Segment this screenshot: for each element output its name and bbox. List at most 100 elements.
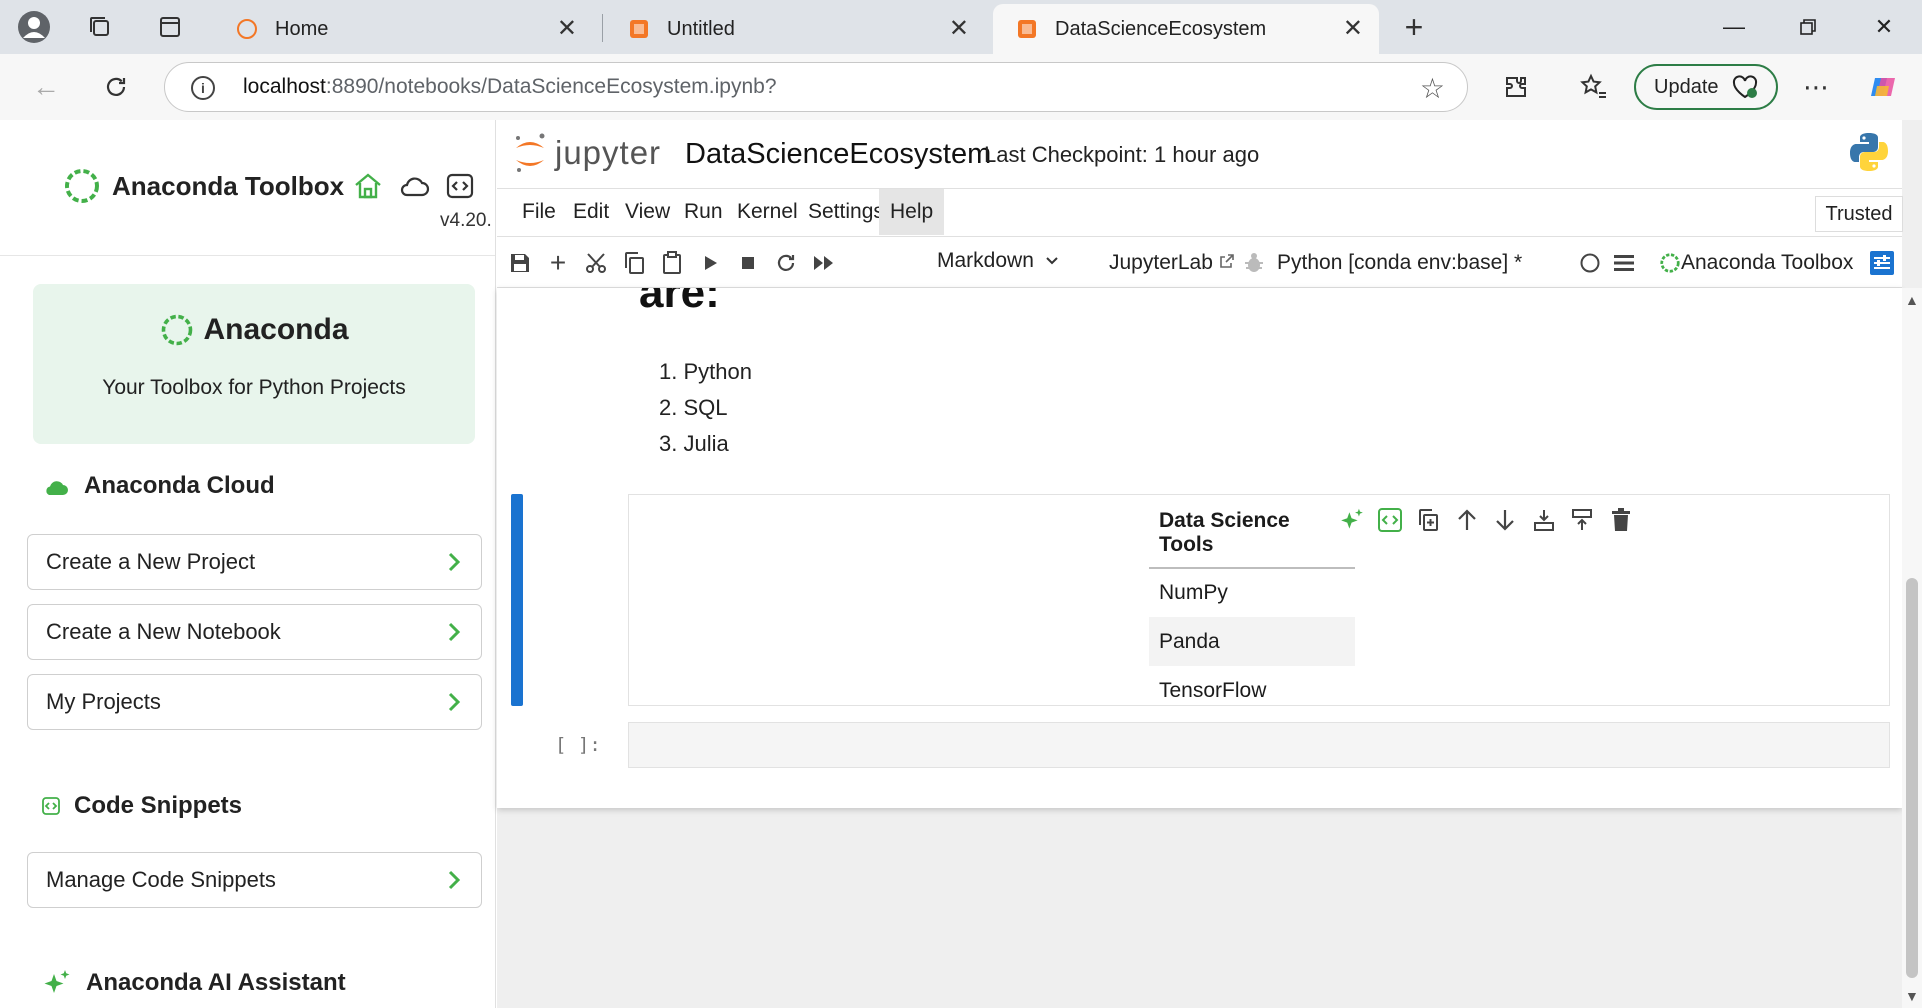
markdown-cell[interactable]: Data Science Tools NumPy Panda TensorFlo… [628, 494, 1890, 706]
browser-toolbar: ← i localhost:8890/notebooks/DataScience… [0, 54, 1922, 120]
tab-active-title: DataScienceEcosystem [1055, 17, 1267, 40]
copy-icon[interactable] [621, 250, 647, 276]
anaconda-toolbox-button[interactable]: Anaconda Toolbox [1659, 251, 1853, 275]
my-projects-button[interactable]: My Projects [27, 674, 482, 730]
code-snippet-icon[interactable] [444, 170, 476, 202]
scrollbar-thumb[interactable] [1906, 578, 1918, 978]
code-cell-input[interactable] [628, 722, 1890, 768]
list-menu-icon[interactable] [1611, 250, 1637, 276]
tab-actions-icon[interactable] [150, 9, 190, 45]
jupyter-logo[interactable]: jupyter [513, 132, 661, 174]
insert-above-icon[interactable] [1567, 505, 1597, 535]
add-cell-icon[interactable]: + [545, 247, 571, 278]
close-icon[interactable]: ✕ [557, 17, 577, 41]
move-up-icon[interactable] [1452, 505, 1482, 535]
tab-home[interactable]: Home ✕ [213, 4, 593, 54]
more-menu-icon[interactable]: ⋯ [1796, 67, 1836, 107]
update-button[interactable]: Update [1634, 64, 1778, 110]
manage-code-snippets-button[interactable]: Manage Code Snippets [27, 852, 482, 908]
refresh-icon[interactable] [96, 67, 136, 107]
create-new-project-button[interactable]: Create a New Project [27, 534, 482, 590]
back-icon[interactable]: ← [26, 67, 66, 107]
workspaces-icon[interactable] [80, 9, 120, 45]
menu-run[interactable]: Run [673, 189, 734, 235]
anaconda-hero-card: Anaconda Your Toolbox for Python Project… [33, 284, 475, 444]
fast-forward-icon[interactable] [811, 250, 837, 276]
cell-type-dropdown[interactable]: Markdown [937, 249, 1060, 273]
restore-icon[interactable] [1778, 8, 1838, 46]
create-new-notebook-button[interactable]: Create a New Notebook [27, 604, 482, 660]
table-cell: TensorFlow [1159, 678, 1267, 702]
cut-icon[interactable] [583, 250, 609, 276]
jupyterlab-link-text: JupyterLab [1109, 251, 1213, 274]
tab-untitled[interactable]: Untitled ✕ [605, 4, 985, 54]
sparkle-icon [44, 970, 70, 993]
menu-file[interactable]: File [511, 189, 567, 235]
duplicate-cell-icon[interactable] [1413, 505, 1443, 535]
anaconda-logo-icon [65, 169, 99, 203]
anaconda-sidebar: Anaconda Toolbox v4.20. Anaconda Your To… [0, 120, 496, 1008]
tab-datascienceecosystem[interactable]: DataScienceEcosystem ✕ [993, 4, 1379, 54]
favorite-star-icon[interactable]: ☆ [1420, 72, 1445, 105]
close-window-icon[interactable]: ✕ [1854, 8, 1914, 46]
code-snippet-icon[interactable] [1375, 505, 1405, 535]
cloud-filled-icon [46, 481, 68, 495]
copilot-icon[interactable] [1864, 67, 1904, 107]
new-tab-icon[interactable]: + [1394, 9, 1434, 45]
favorites-icon[interactable] [1574, 67, 1614, 107]
info-icon[interactable]: i [191, 76, 215, 100]
extensions-icon[interactable] [1496, 67, 1536, 107]
notebook-scrollbar[interactable]: ▲ ▼ [1902, 288, 1922, 1008]
notebook-title[interactable]: DataScienceEcosystem [685, 138, 991, 171]
hero-subtitle: Your Toolbox for Python Projects [102, 376, 406, 399]
delete-cell-icon[interactable] [1606, 505, 1636, 535]
home-icon[interactable] [352, 170, 384, 202]
trusted-indicator[interactable]: Trusted [1815, 196, 1903, 232]
markdown-heading: are: [639, 288, 720, 317]
ai-sparkle-icon[interactable] [1337, 505, 1367, 535]
move-down-icon[interactable] [1490, 505, 1520, 535]
restart-icon[interactable] [773, 250, 799, 276]
profile-icon[interactable] [14, 9, 54, 45]
notebook-tab-icon [1015, 17, 1039, 41]
create-new-project-label: Create a New Project [46, 549, 256, 574]
anaconda-ai-assistant-section: Anaconda AI Assistant [42, 968, 346, 998]
address-bar[interactable]: i localhost:8890/notebooks/DataScienceEc… [164, 62, 1468, 112]
scroll-down-icon[interactable]: ▼ [1905, 988, 1919, 1004]
run-icon[interactable] [697, 250, 723, 276]
scroll-up-icon[interactable]: ▲ [1905, 292, 1919, 308]
paste-icon[interactable] [659, 250, 685, 276]
code-snippets-title: Code Snippets [74, 792, 243, 819]
url-path: :8890/notebooks/DataScienceEcosystem.ipy… [325, 75, 777, 98]
menu-edit[interactable]: Edit [562, 189, 620, 235]
external-link-icon [1219, 254, 1234, 268]
notebook-toolbar: + Markdown JupyterLab Python [conda env:… [497, 236, 1902, 288]
menu-view[interactable]: View [614, 189, 681, 235]
jupyter-logo-icon [516, 133, 545, 172]
jupyterlab-link[interactable]: JupyterLab [1109, 251, 1235, 275]
chevron-down-icon [1046, 257, 1058, 265]
close-icon[interactable]: ✕ [1343, 17, 1363, 41]
stop-icon[interactable] [735, 250, 761, 276]
save-icon[interactable] [507, 250, 533, 276]
chevron-right-icon [448, 552, 461, 572]
property-inspector-icon[interactable] [1869, 250, 1895, 276]
update-label: Update [1654, 75, 1719, 98]
cell-type-value: Markdown [937, 249, 1034, 272]
cloud-icon[interactable] [398, 170, 430, 202]
heart-health-icon [1732, 75, 1757, 99]
minimize-icon[interactable]: — [1704, 8, 1764, 46]
chevron-right-icon [448, 622, 461, 642]
menu-help[interactable]: Help [879, 189, 945, 235]
kernel-name[interactable]: Python [conda env:base] * [1277, 251, 1522, 275]
close-icon[interactable]: ✕ [949, 17, 969, 41]
anaconda-logo-icon [1660, 253, 1680, 273]
anaconda-cloud-section: Anaconda Cloud [42, 472, 275, 500]
my-projects-label: My Projects [46, 689, 161, 714]
active-cell-indicator[interactable] [511, 494, 523, 706]
sidebar-title-text: Anaconda Toolbox [112, 170, 345, 201]
code-snippet-icon [42, 797, 60, 815]
debugger-icon[interactable] [1241, 250, 1267, 276]
insert-below-icon[interactable] [1529, 505, 1559, 535]
hero-title: Anaconda [33, 312, 475, 348]
